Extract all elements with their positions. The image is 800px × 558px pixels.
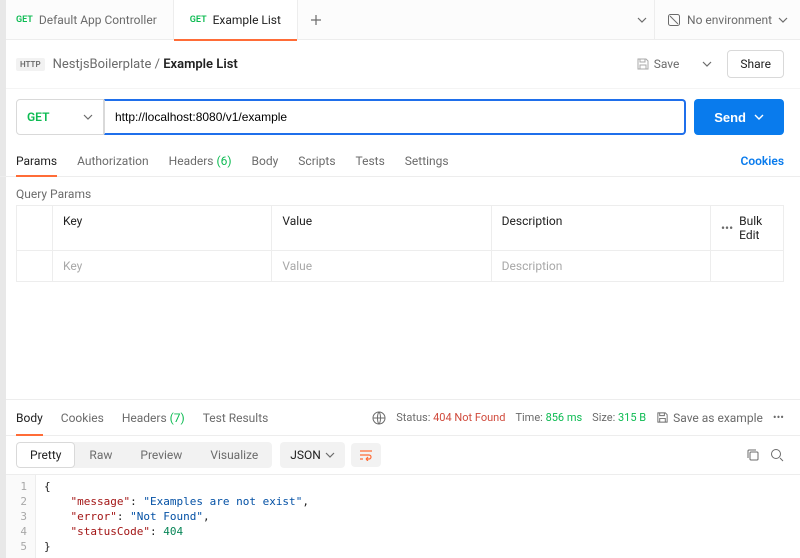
environment-selector[interactable]: No environment [654,0,800,40]
table-header: Key Value Description ••• Bulk Edit [17,206,783,251]
response-tabs: Body Cookies Headers (7) Test Results St… [0,400,800,436]
method-value: GET [27,110,49,124]
resp-tab-body[interactable]: Body [16,401,43,435]
tab-title: Default App Controller [39,13,157,27]
wrap-lines-button[interactable] [351,443,381,467]
cookies-link[interactable]: Cookies [740,154,784,168]
http-badge: HTTP [16,58,45,71]
network-icon[interactable] [372,411,386,425]
copy-icon[interactable] [746,448,760,462]
query-params-label: Query Params [0,177,800,205]
plus-icon [310,14,322,26]
tab-title: Example List [213,13,281,27]
chevron-down-icon [83,114,93,120]
view-pretty[interactable]: Pretty [16,442,75,468]
response-status-bar: Status: 404 Not Found Time: 856 ms Size:… [372,411,784,425]
chevron-down-icon [325,452,335,458]
col-actions: ••• Bulk Edit [711,206,783,250]
bulk-edit-link[interactable]: Bulk Edit [739,214,773,242]
view-raw[interactable]: Raw [75,442,126,468]
col-key: Key [53,206,272,250]
more-icon[interactable]: ••• [721,221,733,235]
search-icon[interactable] [770,448,784,462]
breadcrumb-workspace[interactable]: NestjsBoilerplate [53,57,152,72]
tab-bar: GET Default App Controller GET Example L… [0,0,800,40]
more-icon[interactable]: ••• [773,411,784,424]
chevron-down-icon [778,17,788,23]
view-preview[interactable]: Preview [126,442,196,468]
save-dropdown[interactable] [695,61,719,67]
send-button[interactable]: Send [694,99,784,135]
new-tab-button[interactable] [298,14,334,26]
request-tabs: Params Authorization Headers (6) Body Sc… [0,145,800,177]
chevron-down-icon [754,114,764,120]
tab-method-badge: GET [16,15,33,25]
table-row[interactable]: Key Value Description [17,251,783,281]
col-description: Description [492,206,711,250]
environment-label: No environment [687,13,772,27]
save-as-example-button[interactable]: Save as example [656,411,763,425]
save-icon [636,57,650,71]
request-url-row: GET Send [0,89,800,145]
desc-placeholder[interactable]: Description [492,251,711,281]
response-area: Body Cookies Headers (7) Test Results St… [0,399,800,558]
key-placeholder[interactable]: Key [53,251,272,281]
response-body: 1 2 3 4 5 { "message": "Examples are not… [0,475,800,558]
save-icon [656,411,669,424]
method-selector[interactable]: GET [16,99,104,135]
resp-tab-test-results[interactable]: Test Results [203,401,269,435]
response-time: 856 ms [546,411,583,424]
tab-tests[interactable]: Tests [356,146,385,176]
tab-example-list[interactable]: GET Example List [174,0,298,40]
share-button[interactable]: Share [727,50,784,78]
url-input[interactable] [104,99,686,135]
save-button[interactable]: Save [628,53,688,75]
json-code[interactable]: { "message": "Examples are not exist", "… [36,475,317,558]
tab-method-badge: GET [190,15,207,25]
wrap-icon [359,449,373,461]
breadcrumb: NestjsBoilerplate / Example List [53,57,620,72]
chevron-down-icon [637,17,647,23]
no-environment-icon [667,13,681,27]
format-selector[interactable]: JSON [280,442,345,468]
request-header: HTTP NestjsBoilerplate / Example List Sa… [0,40,800,89]
tab-params[interactable]: Params [16,146,57,176]
tab-headers[interactable]: Headers (6) [169,146,232,176]
value-placeholder[interactable]: Value [272,251,491,281]
checkbox-col [17,206,53,250]
response-size: 315 B [618,411,646,424]
resp-tab-cookies[interactable]: Cookies [61,401,104,435]
tab-authorization[interactable]: Authorization [77,146,149,176]
tab-scripts[interactable]: Scripts [298,146,335,176]
status-code: 404 Not Found [433,411,505,424]
response-view-tabs: Pretty Raw Preview Visualize JSON [0,436,800,475]
tabs-overflow-button[interactable] [630,17,654,23]
tab-settings[interactable]: Settings [405,146,449,176]
col-value: Value [272,206,491,250]
tab-body[interactable]: Body [252,146,279,176]
query-params-table: Key Value Description ••• Bulk Edit Key … [16,205,784,282]
window-left-gutter [0,0,6,558]
chevron-down-icon [702,61,712,67]
tab-default-app-controller[interactable]: GET Default App Controller [0,0,174,40]
resp-tab-headers[interactable]: Headers (7) [122,401,185,435]
view-visualize[interactable]: Visualize [196,442,272,468]
breadcrumb-current: Example List [163,57,238,72]
